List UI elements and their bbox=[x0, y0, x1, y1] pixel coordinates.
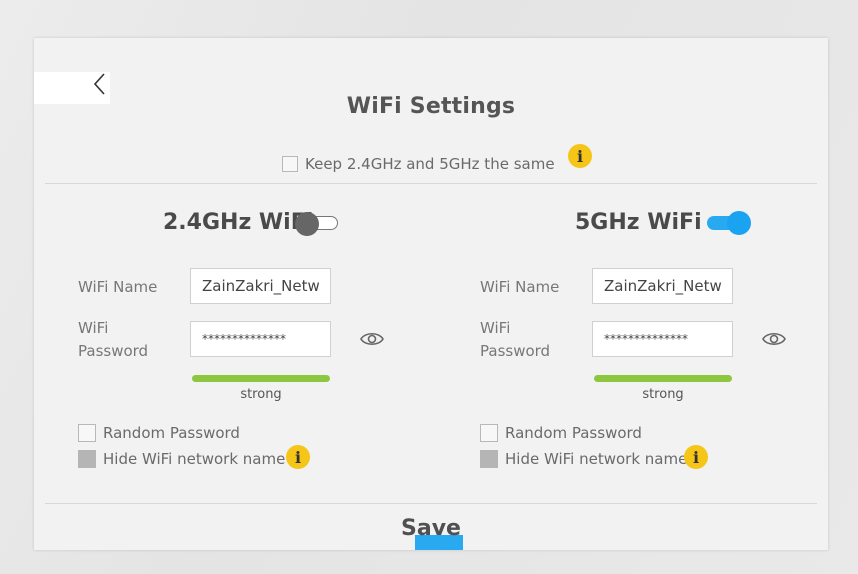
band-5-title: 5GHz WiFi bbox=[575, 210, 702, 235]
band-24-hide-row: Hide WiFi network name bbox=[78, 450, 285, 468]
eye-icon[interactable] bbox=[360, 330, 384, 348]
band-24-toggle[interactable] bbox=[295, 212, 338, 236]
keep-same-label: Keep 2.4GHz and 5GHz the same bbox=[305, 155, 555, 173]
password-label-line2: Password bbox=[78, 342, 149, 360]
keep-same-checkbox[interactable] bbox=[282, 156, 298, 172]
bottom-divider bbox=[45, 503, 817, 504]
band-24-strength-text: strong bbox=[240, 387, 282, 402]
band-5-password-label: WiFi Password bbox=[480, 317, 550, 363]
band-24-password-input[interactable] bbox=[190, 321, 331, 357]
band-5-random-checkbox[interactable] bbox=[480, 424, 498, 442]
band-24-hide-label: Hide WiFi network name bbox=[103, 450, 286, 468]
band-24-name-label: WiFi Name bbox=[78, 278, 158, 296]
band-5-hide-row: Hide WiFi network name bbox=[480, 450, 687, 468]
band-24-random-label: Random Password bbox=[103, 424, 240, 442]
band-24-strength-bar bbox=[192, 375, 330, 382]
eye-icon[interactable] bbox=[762, 330, 786, 348]
band-24-random-checkbox[interactable] bbox=[78, 424, 96, 442]
band-5-hide-checkbox[interactable] bbox=[480, 450, 498, 468]
band-24-name-input[interactable] bbox=[190, 268, 331, 304]
band-24-password-label: WiFi Password bbox=[78, 317, 148, 363]
info-icon[interactable]: i bbox=[568, 144, 592, 168]
save-button[interactable]: Save bbox=[34, 516, 828, 541]
toggle-knob bbox=[727, 211, 751, 235]
band-5-toggle[interactable] bbox=[707, 211, 751, 235]
page-title: WiFi Settings bbox=[346, 94, 516, 119]
band-5-password-input[interactable] bbox=[592, 321, 733, 357]
band-24-random-row: Random Password bbox=[78, 424, 240, 442]
password-label-line1: WiFi bbox=[78, 319, 109, 337]
wifi-settings-panel: WiFi Settings Keep 2.4GHz and 5GHz the s… bbox=[34, 38, 828, 550]
band-5-random-label: Random Password bbox=[505, 424, 642, 442]
password-label-line1: WiFi bbox=[480, 319, 511, 337]
band-24-hide-checkbox[interactable] bbox=[78, 450, 96, 468]
password-label-line2: Password bbox=[480, 342, 551, 360]
band-5-name-label: WiFi Name bbox=[480, 278, 560, 296]
band-5-strength-text: strong bbox=[642, 387, 684, 402]
band-5-random-row: Random Password bbox=[480, 424, 642, 442]
band-5-hide-label: Hide WiFi network name bbox=[505, 450, 688, 468]
toggle-knob bbox=[295, 212, 319, 236]
top-divider bbox=[45, 183, 817, 184]
band-5-strength-bar bbox=[594, 375, 732, 382]
info-icon[interactable]: i bbox=[286, 445, 310, 469]
keep-same-row: Keep 2.4GHz and 5GHz the same bbox=[282, 154, 555, 174]
info-icon[interactable]: i bbox=[684, 445, 708, 469]
band-24-title: 2.4GHz WiFi bbox=[163, 210, 314, 235]
band-5-name-input[interactable] bbox=[592, 268, 733, 304]
